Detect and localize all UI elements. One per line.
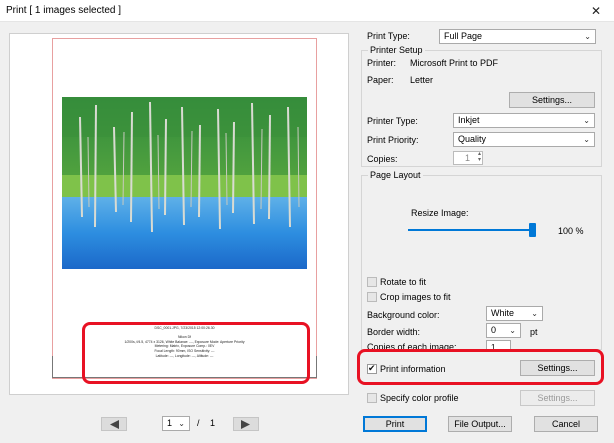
print-priority-value: Quality <box>458 134 487 144</box>
print-info-highlight <box>357 349 604 385</box>
resize-slider-thumb[interactable] <box>529 223 536 237</box>
resize-label: Resize Image: <box>411 208 469 218</box>
chevron-down-icon: ⌄ <box>531 309 538 318</box>
spin-arrows-icon[interactable]: ▴ ▾ <box>478 151 481 163</box>
file-output-label: File Output... <box>454 419 506 429</box>
printer-type-label: Printer Type: <box>367 116 418 126</box>
color-profile-settings-label: Settings... <box>537 393 578 403</box>
chevron-down-icon: ⌄ <box>509 326 516 335</box>
resize-slider-fill <box>408 229 532 231</box>
page-separator: / <box>197 418 200 428</box>
arrow-right-icon <box>241 420 250 429</box>
printer-value: Microsoft Print to PDF <box>410 58 499 68</box>
background-select[interactable]: White ⌄ <box>486 306 543 321</box>
copies-value: 1 <box>464 153 470 163</box>
prev-page-button[interactable] <box>101 417 127 431</box>
arrow-left-icon <box>110 420 119 429</box>
chevron-down-icon: ⌄ <box>584 32 591 41</box>
page-layout-group: Page Layout <box>361 170 602 350</box>
page-layout-title: Page Layout <box>368 170 423 180</box>
background-label: Background color: <box>367 310 440 320</box>
chevron-down-icon: ⌄ <box>178 419 185 428</box>
page-total: 1 <box>210 418 216 428</box>
cancel-label: Cancel <box>551 419 580 429</box>
copies-label: Copies: <box>367 154 398 164</box>
printer-type-select[interactable]: Inkjet ⌄ <box>453 113 595 128</box>
color-profile-checkbox[interactable] <box>367 393 377 403</box>
crop-checkbox[interactable] <box>367 292 377 302</box>
info-highlight <box>82 322 310 384</box>
print-button-label: Print <box>385 419 405 429</box>
cancel-button[interactable]: Cancel <box>534 416 598 432</box>
printer-type-value: Inkjet <box>458 115 480 125</box>
border-value: 0 <box>491 325 497 335</box>
page-select[interactable]: 1 ⌄ <box>162 416 190 431</box>
printer-label: Printer: <box>367 58 397 68</box>
chevron-down-icon: ⌄ <box>583 116 590 125</box>
color-profile-label: Specify color profile <box>380 393 459 403</box>
color-profile-settings-button[interactable]: Settings... <box>520 390 595 406</box>
print-priority-label: Print Priority: <box>367 135 419 145</box>
border-select[interactable]: 0 ⌄ <box>486 323 521 338</box>
preview-photo <box>62 97 307 269</box>
background-value: White <box>491 308 515 318</box>
border-unit: pt <box>530 327 538 337</box>
paper-value: Letter <box>410 75 434 85</box>
window-title: Print [ 1 images selected ] <box>6 5 122 16</box>
printer-settings-button[interactable]: Settings... <box>509 92 595 108</box>
file-output-button[interactable]: File Output... <box>448 416 512 432</box>
title-bar: Print [ 1 images selected ] ✕ <box>0 0 614 22</box>
crop-label: Crop images to fit <box>380 292 451 302</box>
print-type-value: Full Page <box>444 31 483 41</box>
print-type-label: Print Type: <box>367 31 410 41</box>
next-page-button[interactable] <box>233 417 259 431</box>
printer-setup-title: Printer Setup <box>368 45 425 55</box>
chevron-down-icon: ⌄ <box>583 135 590 144</box>
printer-settings-label: Settings... <box>531 95 573 105</box>
print-type-select[interactable]: Full Page ⌄ <box>439 29 596 44</box>
copies-stepper[interactable]: 1 ▴ ▾ <box>453 151 483 165</box>
rotate-checkbox[interactable] <box>367 277 377 287</box>
print-button[interactable]: Print <box>363 416 427 432</box>
paper-label: Paper: <box>367 75 394 85</box>
border-label: Border width: <box>367 327 421 337</box>
rotate-label: Rotate to fit <box>380 277 427 287</box>
close-icon[interactable]: ✕ <box>578 0 614 22</box>
page-current: 1 <box>167 418 173 428</box>
resize-value: 100 % <box>558 226 584 236</box>
print-priority-select[interactable]: Quality ⌄ <box>453 132 595 147</box>
